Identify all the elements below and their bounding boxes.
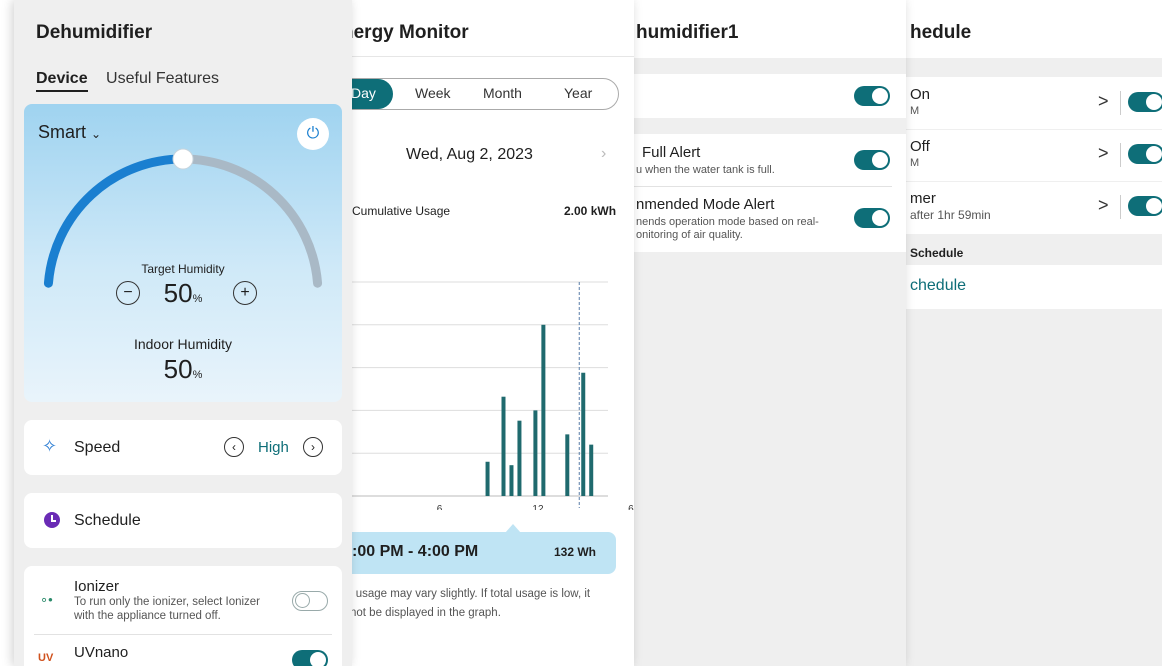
- usage-bar[interactable]: [485, 461, 490, 496]
- water-full-alert-toggle[interactable]: [854, 150, 890, 170]
- schedule-title: hedule: [910, 22, 972, 43]
- uv-icon: UV: [38, 652, 54, 664]
- indoor-humidity-label: Indoor Humidity: [133, 336, 233, 352]
- mode-alert-toggle[interactable]: [854, 208, 890, 228]
- x-tick-label: 12: [532, 504, 544, 510]
- uvnano-label: UVnano: [74, 644, 129, 661]
- energy-title: nergy Monitor: [342, 22, 469, 43]
- usage-bar[interactable]: [509, 465, 514, 496]
- ionizer-icon: ∘•: [40, 592, 53, 607]
- speed-prev-button[interactable]: ‹: [224, 437, 244, 457]
- device-panel: Dehumidifier Device Useful Features Smar…: [14, 0, 352, 666]
- x-tick-label: 6: [628, 504, 634, 510]
- energy-panel: nergy Monitor Day Week Month Year Wed, A…: [342, 0, 634, 666]
- device-tabs: Device Useful Features: [36, 70, 219, 92]
- schedule-row-on[interactable]: On M >: [906, 77, 1162, 129]
- schedule-section-label: Schedule: [910, 246, 964, 260]
- schedule-row-timer[interactable]: mer after 1hr 59min >: [906, 182, 1162, 234]
- target-humidity-label: Target Humidity: [141, 262, 225, 276]
- usage-chart: 0 6 12 6: [342, 281, 634, 510]
- date-label: Wed, Aug 2, 2023: [406, 146, 533, 163]
- schedule-timer-toggle[interactable]: [1128, 196, 1162, 216]
- usage-bar[interactable]: [589, 444, 594, 496]
- usage-bar[interactable]: [565, 434, 570, 496]
- tab-week[interactable]: Week: [415, 85, 451, 101]
- speed-value: High: [258, 439, 289, 456]
- usage-bar[interactable]: [517, 420, 522, 496]
- usage-bar[interactable]: [533, 410, 538, 496]
- period-tabs: Day Week Month Year: [342, 78, 619, 110]
- chevron-right-icon[interactable]: >: [1098, 195, 1109, 216]
- schedule-on-toggle[interactable]: [1128, 92, 1162, 112]
- plus-button[interactable]: +: [233, 281, 257, 305]
- tab-month[interactable]: Month: [483, 85, 522, 101]
- ionizer-label: Ionizer: [74, 578, 120, 595]
- usage-note: not be displayed in the graph.: [350, 607, 501, 619]
- device-title: Dehumidifier: [36, 22, 153, 43]
- schedule-row-off[interactable]: Off M >: [906, 130, 1162, 181]
- usage-bar[interactable]: [501, 396, 506, 496]
- add-schedule-link[interactable]: chedule: [910, 277, 966, 295]
- chevron-right-icon[interactable]: >: [1098, 91, 1109, 112]
- speed-label: Speed: [74, 439, 121, 456]
- features-card: ∘• Ionizer To run only the ionizer, sele…: [24, 566, 342, 666]
- settings-panel: humidifier1 Full Alert u when the water …: [634, 0, 906, 666]
- tab-year[interactable]: Year: [564, 85, 592, 101]
- alerts-card: Full Alert u when the water tank is full…: [634, 134, 906, 252]
- fan-icon: ✧: [42, 436, 58, 456]
- speed-next-button[interactable]: ›: [303, 437, 323, 457]
- indoor-humidity-value: 50: [163, 354, 193, 384]
- top-toggle[interactable]: [854, 86, 890, 106]
- gauge-handle[interactable]: [172, 148, 194, 170]
- uvnano-toggle[interactable]: [292, 650, 328, 666]
- settings-row-top: [634, 74, 906, 118]
- schedule-label: Schedule: [74, 512, 141, 529]
- ionizer-toggle[interactable]: [292, 591, 328, 611]
- settings-title: humidifier1: [636, 22, 739, 43]
- usage-note: l usage may vary slightly. If total usag…: [350, 588, 591, 600]
- schedule-panel: hedule On M > Off M > mer after 1hr 59mi…: [906, 0, 1162, 666]
- x-tick-label: 6: [437, 504, 443, 510]
- tab-useful-features[interactable]: Useful Features: [106, 70, 219, 87]
- add-schedule-row[interactable]: chedule: [906, 265, 1162, 309]
- usage-label: Cumulative Usage: [352, 204, 451, 218]
- chevron-right-icon[interactable]: >: [1098, 143, 1109, 164]
- schedule-off-toggle[interactable]: [1128, 144, 1162, 164]
- chevron-right-icon[interactable]: ›: [601, 145, 606, 163]
- clock-icon: [44, 512, 60, 528]
- usage-value: 2.00 kWh: [564, 204, 617, 218]
- usage-tooltip: :00 PM - 4:00 PM 132 Wh: [342, 532, 616, 574]
- speed-card: ✧ Speed ‹ High ›: [24, 420, 342, 475]
- usage-bar[interactable]: [581, 372, 586, 496]
- tab-device[interactable]: Device: [36, 70, 88, 92]
- usage-bar[interactable]: [541, 324, 546, 496]
- schedule-card[interactable]: Schedule: [24, 493, 342, 548]
- target-humidity-value: 50: [163, 278, 193, 308]
- humidity-card: Smart ⌄ ⏻ Target Humidity − 50% + Indoor…: [24, 104, 342, 402]
